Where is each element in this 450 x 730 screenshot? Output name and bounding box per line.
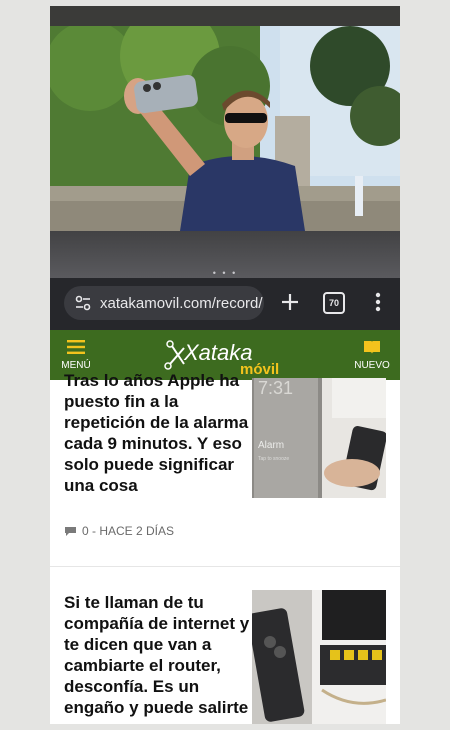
tab-switcher-icon[interactable]: 70 (323, 292, 345, 314)
thumb-alarm: Alarm (258, 440, 284, 451)
article-headline[interactable]: Tras lo años Apple ha puesto fin a la re… (64, 370, 254, 496)
article-card[interactable]: Tras lo años Apple ha puesto fin a la re… (50, 371, 400, 566)
overflow-dots[interactable]: • • • (50, 268, 400, 278)
article-divider (50, 566, 400, 567)
thumb-time: 7:31 (258, 378, 293, 398)
tab-count: 70 (328, 298, 339, 308)
article-meta: 0 - HACE 2 DÍAS (64, 524, 174, 538)
thumb-sub: Tap to snooze (258, 456, 289, 462)
menu-button[interactable]: MENÚ (58, 340, 94, 374)
article-image: 7:31 Alarm Tap to snooze (252, 378, 386, 498)
nuevo-button[interactable]: NUEVO (352, 340, 392, 374)
omnibox[interactable]: xatakamovil.com/record/ (64, 286, 264, 320)
nuevo-label: NUEVO (354, 360, 390, 371)
video-player[interactable] (50, 26, 400, 231)
browser-window: • • • xatakamovil.com/record/ 70 MENÚ Xa… (50, 6, 400, 724)
menu-icon (67, 340, 85, 354)
comment-icon (65, 526, 76, 536)
browser-toolbar: xatakamovil.com/record/ 70 (50, 278, 400, 333)
article-thumbnail[interactable]: 7:31 Alarm Tap to snooze (252, 378, 386, 498)
book-icon (364, 341, 380, 354)
url-text[interactable]: xatakamovil.com/record/ (100, 295, 263, 312)
article-headline[interactable]: Si te llaman de tu compañía de internet … (64, 592, 254, 724)
tune-icon[interactable] (74, 294, 92, 312)
video-top-bar (50, 6, 400, 26)
plus-icon[interactable] (278, 290, 302, 314)
video-frame-image (50, 26, 400, 231)
article-card[interactable]: Si te llaman de tu compañía de internet … (50, 568, 400, 724)
article-meta-text: 0 - HACE 2 DÍAS (82, 524, 175, 538)
article-thumbnail[interactable] (252, 590, 386, 724)
article-image (252, 590, 386, 724)
more-vert-icon[interactable] (370, 290, 386, 314)
